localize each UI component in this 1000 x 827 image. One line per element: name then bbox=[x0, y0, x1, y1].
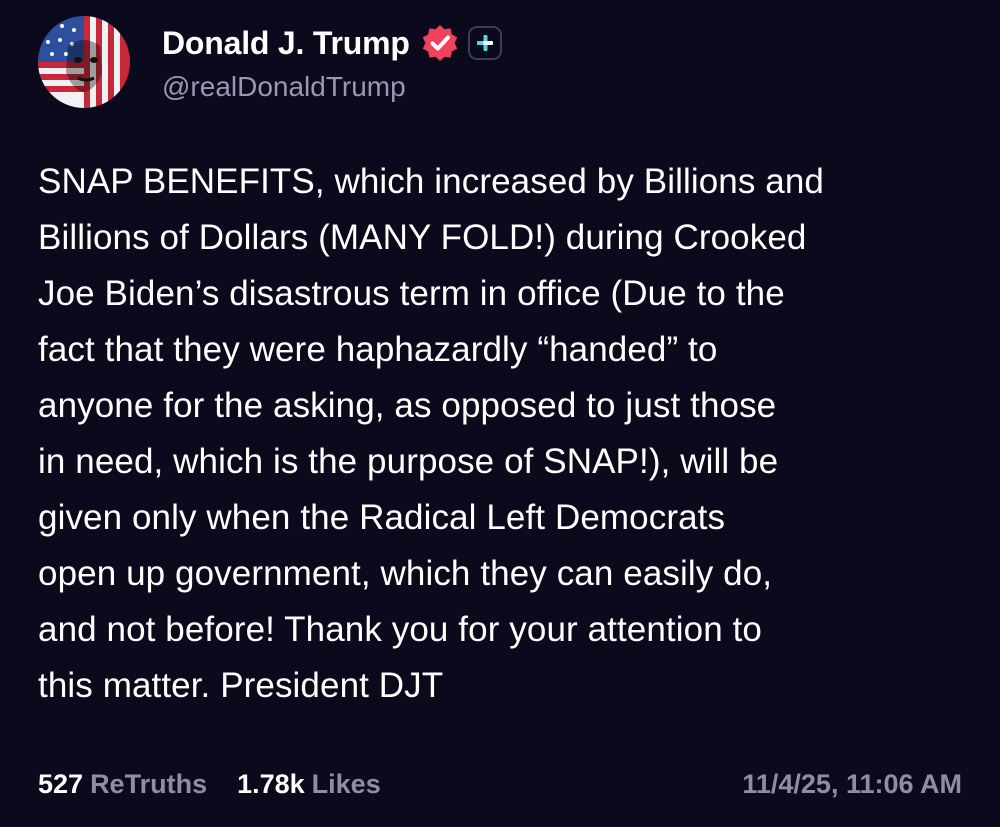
user-handle[interactable]: @realDonaldTrump bbox=[162, 71, 502, 103]
likes-count: 1.78k bbox=[237, 768, 305, 799]
display-name[interactable]: Donald J. Trump bbox=[162, 25, 410, 62]
post-footer: 527 ReTruths 1.78k Likes 11/4/25, 11:06 … bbox=[38, 762, 962, 806]
post-timestamp[interactable]: 11/4/25, 11:06 AM bbox=[742, 769, 962, 800]
avatar-image bbox=[38, 16, 130, 108]
verified-badge-icon bbox=[420, 23, 460, 63]
post-body: SNAP BENEFITS, which increased by Billio… bbox=[38, 162, 824, 705]
likes-label: Likes bbox=[311, 768, 381, 799]
likes-stat[interactable]: 1.78k Likes bbox=[237, 769, 381, 800]
retruths-label: ReTruths bbox=[90, 768, 208, 799]
plus-icon[interactable] bbox=[467, 26, 502, 60]
author-info: Donald J. Trump @realDonaldTrump bbox=[162, 21, 502, 103]
post-header: Donald J. Trump @realDonaldTrump bbox=[38, 16, 502, 108]
avatar[interactable] bbox=[38, 16, 130, 108]
name-row: Donald J. Trump bbox=[162, 21, 502, 65]
retruths-stat[interactable]: 527 ReTruths bbox=[38, 769, 207, 800]
retruths-count: 527 bbox=[38, 768, 84, 799]
truth-post: Donald J. Trump @realDonaldTrump SNAP BE… bbox=[0, 0, 1000, 827]
